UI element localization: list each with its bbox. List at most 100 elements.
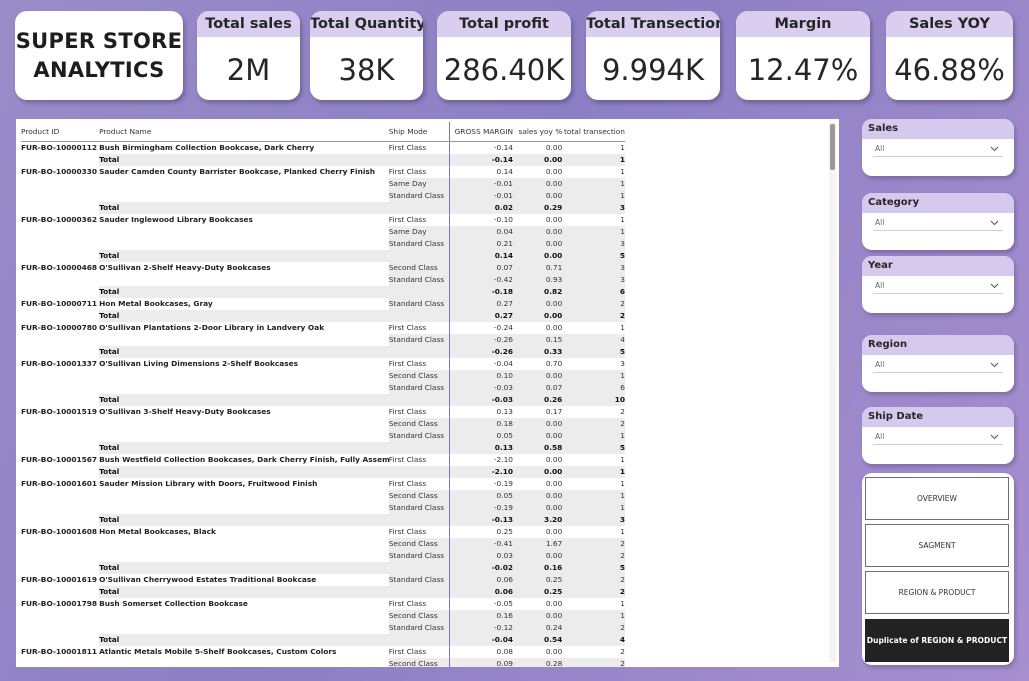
nav-button-overview[interactable]: OVERVIEW — [865, 477, 1009, 520]
slicer-dropdown[interactable]: All — [873, 215, 1003, 231]
column-header-product-name[interactable]: Product Name — [99, 122, 389, 142]
cell-gross-margin: 0.13 — [448, 441, 513, 454]
cell-gross-margin: -0.10 — [448, 213, 513, 226]
slicer-selected-value: All — [875, 144, 885, 153]
slicer-dropdown[interactable]: All — [873, 429, 1003, 445]
cell-gross-margin: -0.13 — [448, 513, 513, 526]
chevron-down-icon — [990, 283, 999, 289]
cell-total-transection: 10 — [562, 393, 625, 406]
cell-total-label: Total — [99, 285, 389, 298]
cell-product-id — [21, 466, 99, 478]
cell-product-id — [21, 190, 99, 202]
column-header-product-id[interactable]: Product ID — [21, 122, 100, 142]
cell-gross-margin: 0.05 — [448, 489, 513, 502]
kpi-title: Sales YOY — [886, 11, 1013, 37]
table-total-row: Total -0.03 0.26 10 — [21, 393, 625, 406]
table-scrollbar[interactable] — [829, 122, 836, 662]
cell-total-transection: 1 — [562, 501, 625, 514]
cell-gross-margin: -0.26 — [448, 333, 513, 346]
cell-gross-margin: -0.03 — [448, 393, 513, 406]
cell-product-id — [21, 238, 99, 250]
logo-title: SUPER STORE ANALYTICS — [15, 28, 183, 82]
kpi-value: 2M — [226, 52, 271, 87]
cell-total-transection: 2 — [562, 297, 625, 310]
cell-product-id: FUR-BO-10001811 — [21, 646, 98, 656]
kpi-card-sales-yoy: Sales YOY 46.88% — [886, 11, 1013, 100]
cell-gross-margin: 0.05 — [448, 429, 513, 442]
cell-total-transection: 1 — [562, 177, 625, 190]
cell-sales-yoy: 0.00 — [545, 166, 563, 176]
cell-gross-margin: 0.06 — [448, 573, 513, 586]
cell-ship-mode — [388, 393, 450, 406]
page-navigator: OVERVIEW SAGMENT REGION & PRODUCT Duplic… — [862, 473, 1014, 665]
table-total-row: Total -0.14 0.00 1 — [21, 153, 625, 166]
cell-sales-yoy: 0.33 — [513, 345, 563, 358]
cell-ship-mode — [388, 585, 450, 598]
slicer-dropdown[interactable]: All — [873, 278, 1003, 294]
cell-product-name — [99, 238, 389, 250]
table-body: FUR-BO-10000112 Bush Birmingham Collectio… — [21, 141, 625, 667]
slicer-title: Region — [862, 335, 1014, 355]
cell-total-transection: 2 — [620, 646, 625, 656]
cell-total-transection: 6 — [562, 285, 625, 298]
cell-ship-mode: Standard Class — [388, 549, 450, 562]
slicer-selected-value: All — [875, 218, 885, 227]
table-row: Second Class 0.09 0.28 2 — [21, 657, 625, 667]
cell-sales-yoy: 0.00 — [513, 153, 563, 166]
table-row: FUR-BO-10001337 O'Sullivan Living Dimensi… — [21, 357, 625, 370]
cell-sales-yoy: 1.67 — [513, 537, 563, 550]
cell-gross-margin: -0.41 — [448, 537, 513, 550]
slicer-ship-date: Ship Date All — [862, 407, 1014, 464]
cell-product-id — [21, 562, 99, 574]
cell-product-name — [99, 226, 389, 238]
table-row: Standard Class -0.12 0.24 2 — [21, 621, 625, 634]
kpi-title: Total profit — [437, 11, 571, 37]
cell-total-transection: 2 — [562, 573, 625, 586]
slicer-dropdown[interactable]: All — [873, 357, 1003, 373]
table-row: Second Class 0.10 0.00 1 — [21, 369, 625, 382]
cell-total-transection: 3 — [562, 513, 625, 526]
column-header-total-transection[interactable]: total transection — [562, 122, 625, 142]
cell-ship-mode — [388, 309, 450, 322]
scrollbar-thumb[interactable] — [830, 124, 835, 170]
nav-button-duplicate-region-product[interactable]: Duplicate of REGION & PRODUCT — [865, 619, 1009, 662]
cell-total-transection: 1 — [562, 489, 625, 502]
cell-ship-mode: First Class — [388, 214, 427, 224]
cell-product-name: O'Sullivan Cherrywood Estates Traditiona… — [99, 574, 317, 584]
cell-product-id — [21, 310, 99, 322]
chevron-down-icon — [990, 146, 999, 152]
column-header-gross-margin[interactable]: GROSS MARGIN — [448, 122, 513, 142]
cell-ship-mode: Standard Class — [388, 573, 450, 586]
cell-gross-margin: 0.27 — [448, 297, 513, 310]
cell-sales-yoy: 0.00 — [513, 489, 563, 502]
cell-total-transection: 1 — [562, 465, 625, 478]
table-row: FUR-BO-10000468 O'Sullivan 2-Shelf Heavy-… — [21, 261, 625, 274]
column-header-sales-yoy[interactable]: sales yoy % — [513, 122, 563, 142]
cell-total-label: Total — [99, 441, 389, 454]
product-matrix-table: Product ID Product Name Ship Mode GROSS … — [21, 122, 625, 667]
cell-product-id: FUR-BO-10001798 — [21, 598, 98, 608]
kpi-card-total-transection: Total Transection 9.994K — [586, 11, 720, 100]
cell-product-name: Sauder Mission Library with Doors, Fruit… — [99, 478, 318, 488]
cell-ship-mode: Second Class — [388, 537, 450, 550]
cell-ship-mode: Second Class — [388, 417, 450, 430]
cell-product-id — [21, 586, 99, 598]
cell-gross-margin: 0.25 — [448, 525, 513, 538]
nav-button-sagment[interactable]: SAGMENT — [865, 524, 1009, 567]
cell-product-name: Bush Somerset Collection Bookcase — [99, 598, 248, 608]
cell-product-name: Atlantic Metals Mobile 5-Shelf Bookcases… — [99, 646, 337, 656]
column-header-ship-mode[interactable]: Ship Mode — [388, 122, 450, 142]
cell-total-transection: 2 — [562, 309, 625, 322]
cell-sales-yoy: 0.00 — [513, 501, 563, 514]
kpi-card-total-sales: Total sales 2M — [197, 11, 300, 100]
kpi-card-total-profit: Total profit 286.40K — [437, 11, 571, 100]
table-total-row: Total 0.06 0.25 2 — [21, 585, 625, 598]
slicer-dropdown[interactable]: All — [873, 141, 1003, 157]
cell-product-name — [99, 418, 389, 430]
nav-button-region-product[interactable]: REGION & PRODUCT — [865, 571, 1009, 614]
cell-total-transection: 1 — [620, 322, 625, 332]
slicer-title: Ship Date — [862, 407, 1014, 427]
cell-sales-yoy: 0.82 — [513, 285, 563, 298]
cell-gross-margin: -0.03 — [448, 381, 513, 394]
kpi-title: Total sales — [197, 11, 300, 37]
